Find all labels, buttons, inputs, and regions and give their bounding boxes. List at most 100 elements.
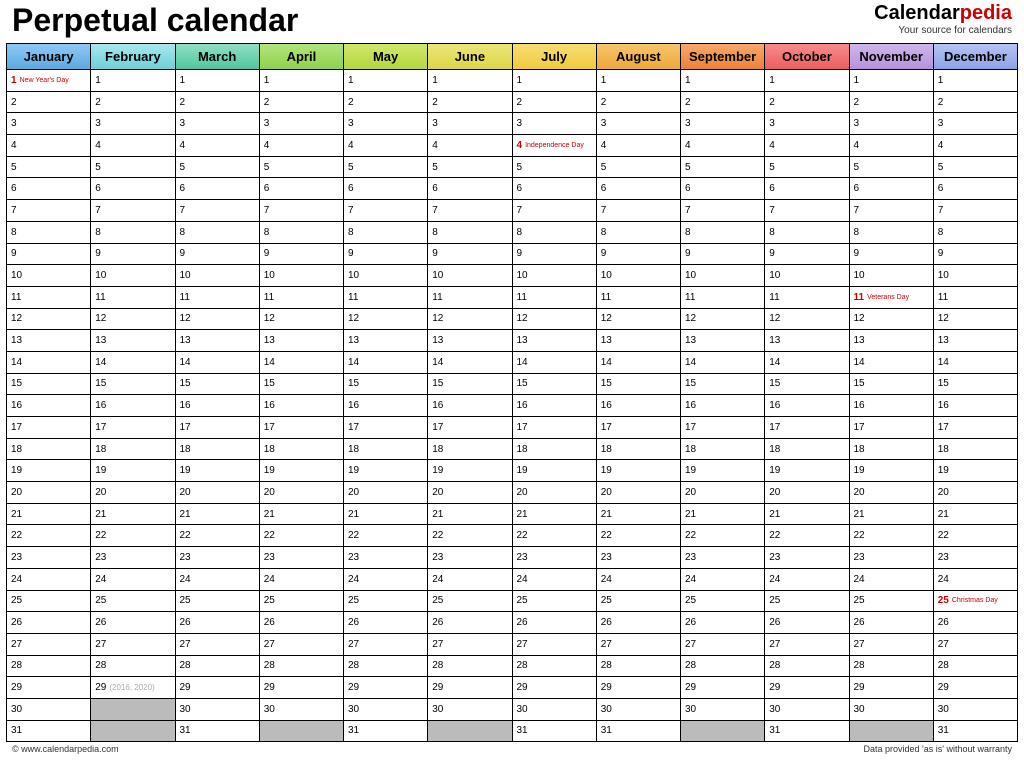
day-cell: 7	[176, 200, 260, 222]
day-number: 3	[180, 118, 186, 129]
day-number: 28	[432, 660, 443, 671]
day-cell: 31	[597, 721, 681, 743]
day-number: 21	[348, 509, 359, 520]
day-number: 15	[854, 378, 865, 389]
day-cell: 12	[176, 309, 260, 331]
day-cell: 12	[681, 309, 765, 331]
day-cell: 6	[934, 178, 1018, 200]
day-number: 3	[769, 118, 775, 129]
day-number: 24	[517, 574, 528, 585]
day-cell: 8	[7, 222, 91, 244]
day-cell: 11	[344, 287, 428, 309]
day-number: 18	[854, 444, 865, 455]
day-number: 5	[432, 162, 438, 173]
day-number: 29	[601, 682, 612, 693]
day-cell: 24	[344, 569, 428, 591]
day-number: 14	[517, 357, 528, 368]
day-number: 19	[601, 465, 612, 476]
day-cell: 5	[850, 157, 934, 179]
day-cell: 7	[934, 200, 1018, 222]
day-cell: 28	[7, 656, 91, 678]
day-cell: 31	[7, 721, 91, 743]
day-number: 25	[264, 595, 275, 606]
day-cell: 27	[934, 634, 1018, 656]
day-number: 4	[95, 140, 101, 151]
day-cell: 1	[934, 70, 1018, 92]
day-number: 4	[348, 140, 354, 151]
day-cell: 11	[428, 287, 512, 309]
day-number: 12	[180, 313, 191, 324]
month-header-april: April	[260, 44, 344, 70]
day-cell: 11	[176, 287, 260, 309]
day-cell: 7	[850, 200, 934, 222]
day-number: 19	[685, 465, 696, 476]
day-cell: 16	[513, 395, 597, 417]
day-number: 9	[432, 248, 438, 259]
day-number: 8	[938, 227, 944, 238]
day-number: 15	[517, 378, 528, 389]
day-cell: 3	[428, 113, 512, 135]
day-cell: 3	[513, 113, 597, 135]
day-number: 23	[95, 552, 106, 563]
day-cell: 19	[260, 460, 344, 482]
day-number: 12	[95, 313, 106, 324]
day-cell: 1New Year's Day	[7, 70, 91, 92]
month-header-december: December	[934, 44, 1018, 70]
day-number: 4	[938, 140, 944, 151]
day-cell: 2	[91, 92, 175, 114]
day-number: 3	[432, 118, 438, 129]
day-cell: 24	[176, 569, 260, 591]
day-number: 17	[348, 422, 359, 433]
day-number: 13	[264, 335, 275, 346]
day-number: 11	[769, 292, 779, 303]
day-number: 27	[938, 639, 949, 650]
day-number: 17	[938, 422, 949, 433]
day-cell: 7	[765, 200, 849, 222]
day-number: 14	[685, 357, 696, 368]
day-number: 3	[11, 118, 17, 129]
day-number: 6	[685, 183, 691, 194]
day-cell: 17	[260, 417, 344, 439]
day-number: 20	[95, 487, 106, 498]
day-cell: 27	[850, 634, 934, 656]
day-number: 30	[432, 704, 443, 715]
day-cell: 28	[765, 656, 849, 678]
day-cell: 10	[428, 265, 512, 287]
day-number: 26	[432, 617, 443, 628]
day-cell: 6	[260, 178, 344, 200]
day-cell: 23	[428, 547, 512, 569]
day-cell: 9	[597, 244, 681, 266]
day-cell: 20	[934, 482, 1018, 504]
day-cell: 11	[7, 287, 91, 309]
holiday-label: Independence Day	[525, 142, 584, 149]
day-number: 22	[432, 530, 443, 541]
day-cell: 3	[91, 113, 175, 135]
day-cell: 2	[344, 92, 428, 114]
day-cell: 27	[597, 634, 681, 656]
day-cell: 13	[850, 330, 934, 352]
day-number: 23	[348, 552, 359, 563]
day-number: 26	[264, 617, 275, 628]
day-cell: 11	[597, 287, 681, 309]
day-cell: 1	[850, 70, 934, 92]
day-number: 10	[180, 270, 191, 281]
day-number: 9	[264, 248, 270, 259]
day-cell: 26	[7, 612, 91, 634]
day-cell: 30	[260, 699, 344, 721]
day-number: 2	[348, 97, 354, 108]
day-number: 30	[180, 704, 191, 715]
day-cell: 22	[850, 525, 934, 547]
day-cell: 16	[428, 395, 512, 417]
day-cell: 28	[91, 656, 175, 678]
day-cell: 30	[681, 699, 765, 721]
day-cell: 25	[260, 591, 344, 613]
day-cell: 13	[765, 330, 849, 352]
day-number: 29	[938, 682, 949, 693]
day-number: 28	[95, 660, 106, 671]
day-cell: 10	[344, 265, 428, 287]
day-number: 10	[95, 270, 106, 281]
day-number: 21	[601, 509, 612, 520]
day-number: 14	[11, 357, 22, 368]
day-number: 2	[517, 97, 523, 108]
day-cell: 29	[681, 677, 765, 699]
